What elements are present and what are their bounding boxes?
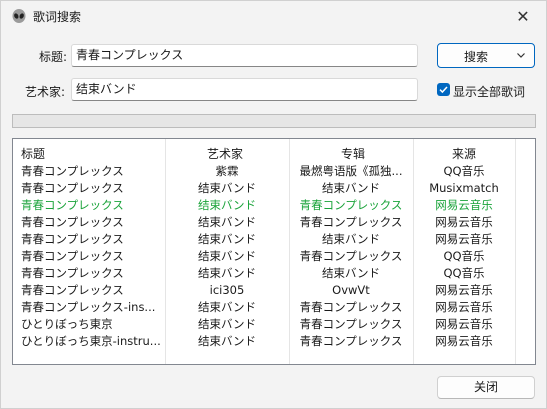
- cell-title: 青春コンプレックス: [21, 198, 124, 212]
- cell-album: 青春コンプレックス: [299, 215, 403, 229]
- cell-artist: 结束バンド: [197, 181, 257, 195]
- cell-album: 青春コンプレックス: [299, 249, 403, 263]
- cell-title: 青春コンプレックス: [21, 215, 124, 229]
- cell-title: 青春コンプレックス: [21, 181, 124, 195]
- cell-album: 青春コンプレックス: [299, 300, 403, 314]
- results-list[interactable]: 标题 艺术家 专辑 来源 青春コンプレックス 紫霖 最燃粤语版《孤独... QQ音乐青…: [12, 138, 536, 365]
- table-row[interactable]: 青春コンプレックス 结束バンド 结束バンド 网易云音乐: [13, 231, 535, 248]
- cell-album: 结束バンド: [321, 181, 381, 195]
- table-row[interactable]: 青春コンプレックス ici305 OvwVt 网易云音乐: [13, 282, 535, 299]
- close-button[interactable]: 关闭: [437, 376, 535, 399]
- cell-artist: 结束バンド: [197, 334, 257, 348]
- cell-album: 青春コンプレックス: [299, 317, 403, 331]
- lyrics-search-window: 歌词搜索 ✕ 标题: 青春コンプレックス 搜索 艺术家: 结束バンド 显示全部歌…: [0, 0, 547, 409]
- cell-title: 青春コンプレックス: [21, 249, 124, 263]
- cell-source: QQ音乐: [443, 164, 485, 178]
- title-bar: 歌词搜索 ✕: [1, 1, 546, 31]
- cell-source: 网易云音乐: [435, 283, 493, 297]
- cell-source: 网易云音乐: [435, 215, 493, 229]
- cell-album: 青春コンプレックス: [299, 198, 403, 212]
- search-progress-bar: [12, 114, 536, 128]
- cell-artist: ici305: [209, 283, 245, 297]
- cell-source: QQ音乐: [443, 249, 485, 263]
- check-icon: [439, 86, 448, 94]
- header-source[interactable]: 来源: [452, 145, 476, 162]
- cell-artist: 结束バンド: [197, 317, 257, 331]
- cell-title: ひとりぼっち東京: [21, 317, 113, 331]
- cell-source: 网易云音乐: [435, 198, 493, 212]
- cell-source: QQ音乐: [443, 266, 485, 280]
- search-button[interactable]: 搜索: [437, 43, 535, 68]
- cell-album: OvwVt: [332, 283, 370, 297]
- cell-title: 青春コンプレックス-ins...: [21, 300, 156, 314]
- cell-album: 结束バンド: [321, 232, 381, 246]
- header-title[interactable]: 标题: [21, 145, 45, 162]
- title-input[interactable]: 青春コンプレックス: [71, 44, 418, 67]
- table-row[interactable]: 青春コンプレックス 结束バンド 结束バンド QQ音乐: [13, 265, 535, 282]
- cell-source: 网易云音乐: [435, 300, 493, 314]
- cell-title: ひとりぼっち東京-instru...: [21, 334, 161, 348]
- show-all-label[interactable]: 显示全部歌词: [453, 83, 525, 100]
- title-label: 标题:: [39, 50, 68, 64]
- table-row[interactable]: 青春コンプレックス 结束バンド 青春コンプレックス QQ音乐: [13, 248, 535, 265]
- table-row[interactable]: 青春コンプレックス 紫霖 最燃粤语版《孤独... QQ音乐: [13, 163, 535, 180]
- cell-source: 网易云音乐: [435, 334, 493, 348]
- search-button-label: 搜索: [463, 50, 488, 64]
- header-artist[interactable]: 艺术家: [207, 145, 243, 162]
- cell-source: Musixmatch: [429, 181, 499, 195]
- show-all-checkbox[interactable]: [437, 83, 450, 96]
- header-album[interactable]: 专辑: [341, 145, 365, 162]
- cell-source: 网易云音乐: [435, 232, 493, 246]
- cell-title: 青春コンプレックス: [21, 266, 124, 280]
- cell-source: 网易云音乐: [435, 317, 493, 331]
- cell-artist: 结束バンド: [197, 198, 257, 212]
- cell-artist: 结束バンド: [197, 215, 257, 229]
- close-icon[interactable]: ✕: [500, 1, 546, 31]
- cell-title: 青春コンプレックス: [21, 232, 124, 246]
- artist-input[interactable]: 结束バンド: [71, 78, 418, 101]
- table-row[interactable]: ひとりぼっち東京 结束バンド 青春コンプレックス 网易云音乐: [13, 316, 535, 333]
- cell-artist: 结束バンド: [197, 249, 257, 263]
- table-row[interactable]: ひとりぼっち東京-instru... 结束バンド 青春コンプレックス 网易云音乐: [13, 333, 535, 350]
- cell-album: 最燃粤语版《孤独...: [299, 164, 403, 178]
- alien-app-icon: [12, 9, 26, 23]
- cell-album: 结束バンド: [321, 266, 381, 280]
- chevron-down-icon[interactable]: [516, 50, 526, 60]
- cell-artist: 紫霖: [215, 164, 239, 178]
- table-row[interactable]: 青春コンプレックス 结束バンド 结束バンド Musixmatch: [13, 180, 535, 197]
- cell-album: 青春コンプレックス: [299, 334, 403, 348]
- table-row[interactable]: 青春コンプレックス 结束バンド 青春コンプレックス 网易云音乐: [13, 214, 535, 231]
- window-title: 歌词搜索: [33, 10, 82, 24]
- cell-artist: 结束バンド: [197, 232, 257, 246]
- artist-label: 艺术家:: [25, 85, 66, 99]
- table-row[interactable]: 青春コンプレックス 结束バンド 青春コンプレックス 网易云音乐: [13, 197, 535, 214]
- cell-artist: 结束バンド: [197, 266, 257, 280]
- cell-title: 青春コンプレックス: [21, 164, 124, 178]
- cell-artist: 结束バンド: [197, 300, 257, 314]
- list-header: 标题 艺术家 专辑 来源: [13, 139, 535, 162]
- table-row[interactable]: 青春コンプレックス-ins... 结束バンド 青春コンプレックス 网易云音乐: [13, 299, 535, 316]
- cell-title: 青春コンプレックス: [21, 283, 124, 297]
